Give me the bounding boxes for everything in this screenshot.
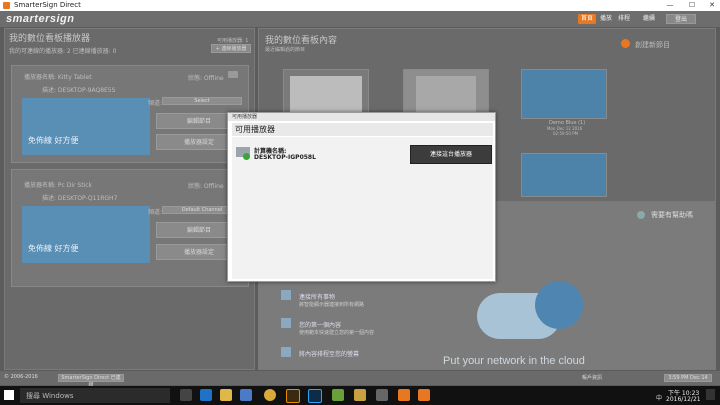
- notifications-icon[interactable]: [706, 389, 715, 400]
- step-title: 連接所有事物: [299, 294, 336, 301]
- content-icon: [281, 318, 291, 328]
- minimize-button[interactable]: —: [660, 0, 680, 11]
- nav-play[interactable]: 播放: [598, 14, 614, 24]
- step-text: 使用範本快速建立您的第一個內容: [299, 330, 375, 336]
- player-description: 描述: DESKTOP-Q11RGH7: [42, 195, 118, 202]
- app-icon: [3, 2, 10, 9]
- step-title: 您的第一個內容: [299, 322, 342, 329]
- smartersign-icon[interactable]: [418, 389, 430, 401]
- step-title: 將內容排程至您的螢幕: [299, 351, 360, 358]
- connection-status: SmarterSign Direct 已連線: [58, 374, 124, 388]
- photoshop-icon[interactable]: [308, 389, 322, 403]
- edge-icon[interactable]: [200, 389, 212, 401]
- help-icon: [637, 211, 645, 219]
- players-subtitle: 我的可連線的播放器: 2 已連線播放器: 0: [9, 48, 117, 55]
- channel-label: 頻道:: [148, 100, 163, 107]
- nav-continue[interactable]: 繼續: [640, 14, 658, 24]
- dropbox-icon[interactable]: [332, 389, 344, 401]
- available-count: 可用播放器: 1: [217, 38, 249, 44]
- player-name: 播放器名稱: Pc Dir Stick: [24, 182, 93, 189]
- windows-start-icon[interactable]: [4, 390, 14, 400]
- player-card: 播放器名稱: Kitty Tablet 描述: DESKTOP-9AQ8E5S …: [11, 65, 249, 163]
- player-status: 狀態: Offline: [188, 75, 224, 82]
- device-icon: [228, 71, 238, 78]
- player-name: 播放器名稱: Kitty Tablet: [24, 74, 92, 81]
- maximize-button[interactable]: ☐: [682, 0, 702, 11]
- program-thumbnail[interactable]: [521, 69, 607, 119]
- program-thumbnail[interactable]: [521, 153, 607, 197]
- close-button[interactable]: ✕: [702, 0, 720, 11]
- task-view-icon[interactable]: [180, 389, 192, 401]
- content-title: 我的數位看板內容: [265, 36, 338, 46]
- window-titlebar: SmarterSign Direct — ☐ ✕: [0, 0, 720, 11]
- players-title: 我的數位看板播放器: [9, 34, 91, 44]
- channel-label: 頻道:: [148, 209, 163, 216]
- player-description: 描述: DESKTOP-9AQ8E5S: [42, 87, 116, 94]
- store-icon[interactable]: [240, 389, 252, 401]
- globe-graphic: [535, 281, 583, 329]
- computer-name: DESKTOP-IGP058L: [254, 154, 316, 161]
- preview-text: 免佈線 好方便: [28, 244, 79, 253]
- nav-home[interactable]: 首頁: [578, 14, 596, 24]
- dialog-title: 可用播放器: [228, 113, 495, 121]
- dialog-body: 計算機名稱: DESKTOP-IGP058L 連接這台播放器: [232, 137, 493, 279]
- search-box[interactable]: 搜尋 Windows: [20, 388, 170, 403]
- dialog-header: 可用播放器: [232, 123, 493, 136]
- players-panel: 我的數位看板播放器 我的可連線的播放器: 2 已連線播放器: 0 可用播放器: …: [4, 28, 255, 370]
- thumbnail-image: [416, 76, 476, 116]
- available-players-dialog: 可用播放器 可用播放器 計算機名稱: DESKTOP-IGP058L 連接這台播…: [227, 112, 496, 282]
- add-icon: [621, 39, 630, 48]
- search-placeholder: 搜尋 Windows: [26, 392, 74, 400]
- logout-button[interactable]: 登出: [666, 14, 696, 24]
- cloud-tagline: Put your network in the cloud: [443, 355, 585, 367]
- step-text: 將智能顯示器連接到所有網路: [299, 302, 365, 308]
- file-explorer-icon[interactable]: [220, 389, 232, 401]
- nav-schedule[interactable]: 排程: [616, 14, 632, 24]
- channel-select[interactable]: Select: [162, 97, 242, 105]
- chrome-icon[interactable]: [264, 389, 276, 401]
- status-time: 3:59 PM Dec 14: [664, 374, 712, 382]
- account-info-link[interactable]: 帳戶資訊: [582, 374, 602, 381]
- photo-icon[interactable]: [376, 389, 388, 401]
- smartersign-icon[interactable]: [398, 389, 410, 401]
- schedule-icon: [281, 347, 291, 357]
- preview-text: 免佈線 好方便: [28, 136, 79, 145]
- add-player-button[interactable]: + 連線播放器: [211, 44, 251, 53]
- window-title: SmarterSign Direct: [14, 1, 81, 9]
- player-card: 播放器名稱: Pc Dir Stick 描述: DESKTOP-Q11RGH7 …: [11, 169, 249, 287]
- connect-player-button[interactable]: 連接這台播放器: [410, 145, 492, 164]
- status-bar: © 2006-2016 SmarterSign Direct 已連線 帳戶資訊 …: [0, 371, 720, 388]
- app-logo: smartersign: [6, 13, 75, 25]
- player-status: 狀態: Offline: [188, 183, 224, 190]
- player-preview: 免佈線 好方便: [22, 206, 150, 263]
- folder-icon[interactable]: [354, 389, 366, 401]
- copyright: © 2006-2016: [4, 374, 38, 380]
- help-link[interactable]: 需要有幫助嗎: [651, 210, 693, 220]
- player-preview: 免佈線 好方便: [22, 98, 150, 155]
- ime-indicator[interactable]: 中: [656, 393, 662, 402]
- illustrator-icon[interactable]: [286, 389, 300, 403]
- network-icon: [281, 290, 291, 300]
- thumbnail-time: 02:59:50 PM: [553, 131, 579, 136]
- content-subtitle: 最近編輯過的節目: [265, 47, 306, 53]
- create-program-button[interactable]: 創建新節目: [635, 40, 670, 50]
- clock-date: 2016/12/21: [666, 396, 701, 403]
- check-icon: [243, 153, 250, 160]
